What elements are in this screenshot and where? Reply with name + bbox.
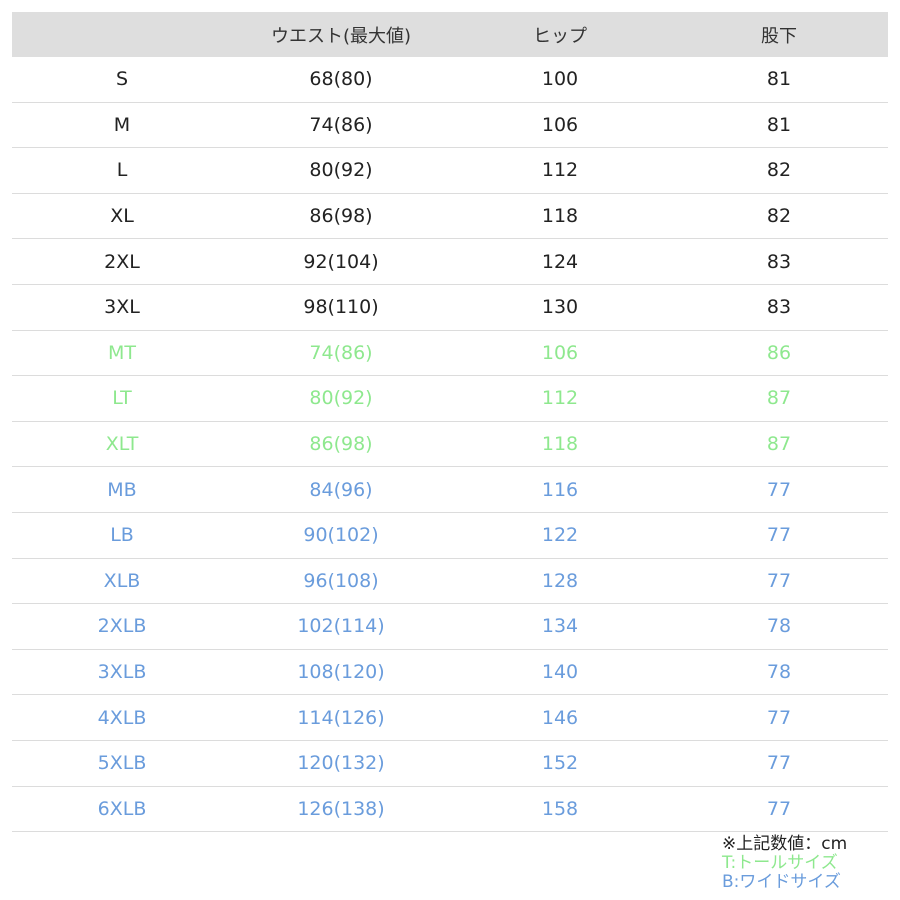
waist-cell: 108(120) — [297, 661, 385, 684]
table-row: M 74(86) 106 81 — [12, 103, 888, 149]
waist-cell: 86(98) — [309, 205, 373, 228]
hip-cell: 116 — [541, 478, 579, 501]
waist-cell: 126(138) — [297, 797, 385, 820]
hip-cell: 100 — [541, 68, 579, 91]
size-cell: XL — [110, 205, 134, 228]
size-cell: XLT — [105, 433, 139, 456]
size-cell: XLB — [103, 569, 141, 592]
inseam-cell: 86 — [766, 341, 792, 364]
table-row: XLB 96(108) 128 77 — [12, 559, 888, 605]
inseam-cell: 87 — [766, 433, 792, 456]
waist-cell: 114(126) — [297, 706, 385, 729]
table-row: LT 80(92) 112 87 — [12, 376, 888, 422]
size-cell: M — [113, 113, 131, 136]
inseam-cell: 77 — [766, 569, 792, 592]
inseam-cell: 78 — [766, 661, 792, 684]
header-hip: ヒップ — [533, 25, 587, 47]
waist-cell: 92(104) — [303, 250, 379, 273]
hip-cell: 112 — [541, 159, 579, 182]
hip-cell: 122 — [541, 524, 579, 547]
header-inseam: 股下 — [761, 25, 797, 47]
size-table: ウエスト(最大値) ヒップ 股下 S 68(80) 100 81 M 74(86) 106 8… — [12, 12, 888, 833]
inseam-cell: 77 — [766, 478, 792, 501]
table-row: XL 86(98) 118 82 — [12, 194, 888, 240]
size-cell: S — [115, 68, 129, 91]
waist-cell: 102(114) — [297, 615, 385, 638]
inseam-cell: 82 — [766, 159, 792, 182]
waist-cell: 84(96) — [309, 478, 373, 501]
size-cell: 3XL — [104, 296, 140, 319]
size-cell: LT — [112, 387, 132, 410]
hip-cell: 140 — [541, 661, 579, 684]
table-body: S 68(80) 100 81 M 74(86) 106 81 L 80(92) 112 82 XL 86… — [12, 57, 888, 833]
inseam-cell: 83 — [766, 296, 792, 319]
inseam-cell: 81 — [766, 113, 792, 136]
table-row: S 68(80) 100 81 — [12, 57, 888, 103]
hip-cell: 128 — [541, 569, 579, 592]
table-row: 3XLB 108(120) 140 78 — [12, 650, 888, 696]
table-header-row: ウエスト(最大値) ヒップ 股下 — [12, 12, 888, 57]
table-row: XLT 86(98) 118 87 — [12, 422, 888, 468]
table-row: 5XLB 120(132) 152 77 — [12, 741, 888, 787]
inseam-cell: 77 — [766, 752, 792, 775]
hip-cell: 152 — [541, 752, 579, 775]
hip-cell: 106 — [541, 113, 579, 136]
table-row: 2XLB 102(114) 134 78 — [12, 604, 888, 650]
hip-cell: 146 — [541, 706, 579, 729]
table-row: 6XLB 126(138) 158 77 — [12, 787, 888, 833]
size-cell: 5XLB — [97, 752, 147, 775]
hip-cell: 130 — [541, 296, 579, 319]
inseam-cell: 77 — [766, 797, 792, 820]
table-row: L 80(92) 112 82 — [12, 148, 888, 194]
table-row: 3XL 98(110) 130 83 — [12, 285, 888, 331]
size-cell: LB — [110, 524, 134, 547]
hip-cell: 118 — [541, 433, 579, 456]
inseam-cell: 78 — [766, 615, 792, 638]
hip-cell: 106 — [541, 341, 579, 364]
waist-cell: 74(86) — [309, 341, 373, 364]
inseam-cell: 83 — [766, 250, 792, 273]
size-cell: 4XLB — [97, 706, 147, 729]
size-cell: MB — [107, 478, 137, 501]
table-row: 4XLB 114(126) 146 77 — [12, 695, 888, 741]
inseam-cell: 77 — [766, 706, 792, 729]
table-row: MT 74(86) 106 86 — [12, 331, 888, 377]
size-cell: 2XL — [104, 250, 140, 273]
waist-cell: 80(92) — [309, 387, 373, 410]
table-row: LB 90(102) 122 77 — [12, 513, 888, 559]
inseam-cell: 87 — [766, 387, 792, 410]
inseam-cell: 82 — [766, 205, 792, 228]
hip-cell: 134 — [541, 615, 579, 638]
notes: ※上記数値：cm T:トールサイズ B:ワイドサイズ — [722, 835, 847, 892]
waist-cell: 120(132) — [297, 752, 385, 775]
hip-cell: 118 — [541, 205, 579, 228]
size-cell: 2XLB — [97, 615, 147, 638]
size-cell: 3XLB — [97, 661, 147, 684]
waist-cell: 98(110) — [303, 296, 379, 319]
table-row: 2XL 92(104) 124 83 — [12, 239, 888, 285]
waist-cell: 80(92) — [309, 159, 373, 182]
size-cell: L — [116, 159, 128, 182]
hip-cell: 158 — [541, 797, 579, 820]
waist-cell: 90(102) — [303, 524, 379, 547]
inseam-cell: 81 — [766, 68, 792, 91]
note-big: B:ワイドサイズ — [722, 872, 841, 892]
header-waist: ウエスト(最大値) — [270, 25, 412, 47]
waist-cell: 74(86) — [309, 113, 373, 136]
note-tall: T:トールサイズ — [722, 853, 838, 873]
size-cell: MT — [108, 341, 136, 364]
waist-cell: 96(108) — [303, 569, 379, 592]
waist-cell: 86(98) — [309, 433, 373, 456]
hip-cell: 124 — [541, 250, 579, 273]
note-unit: ※上記数値：cm — [722, 834, 848, 854]
inseam-cell: 77 — [766, 524, 792, 547]
size-cell: 6XLB — [97, 797, 147, 820]
table-row: MB 84(96) 116 77 — [12, 467, 888, 513]
hip-cell: 112 — [541, 387, 579, 410]
waist-cell: 68(80) — [309, 68, 373, 91]
